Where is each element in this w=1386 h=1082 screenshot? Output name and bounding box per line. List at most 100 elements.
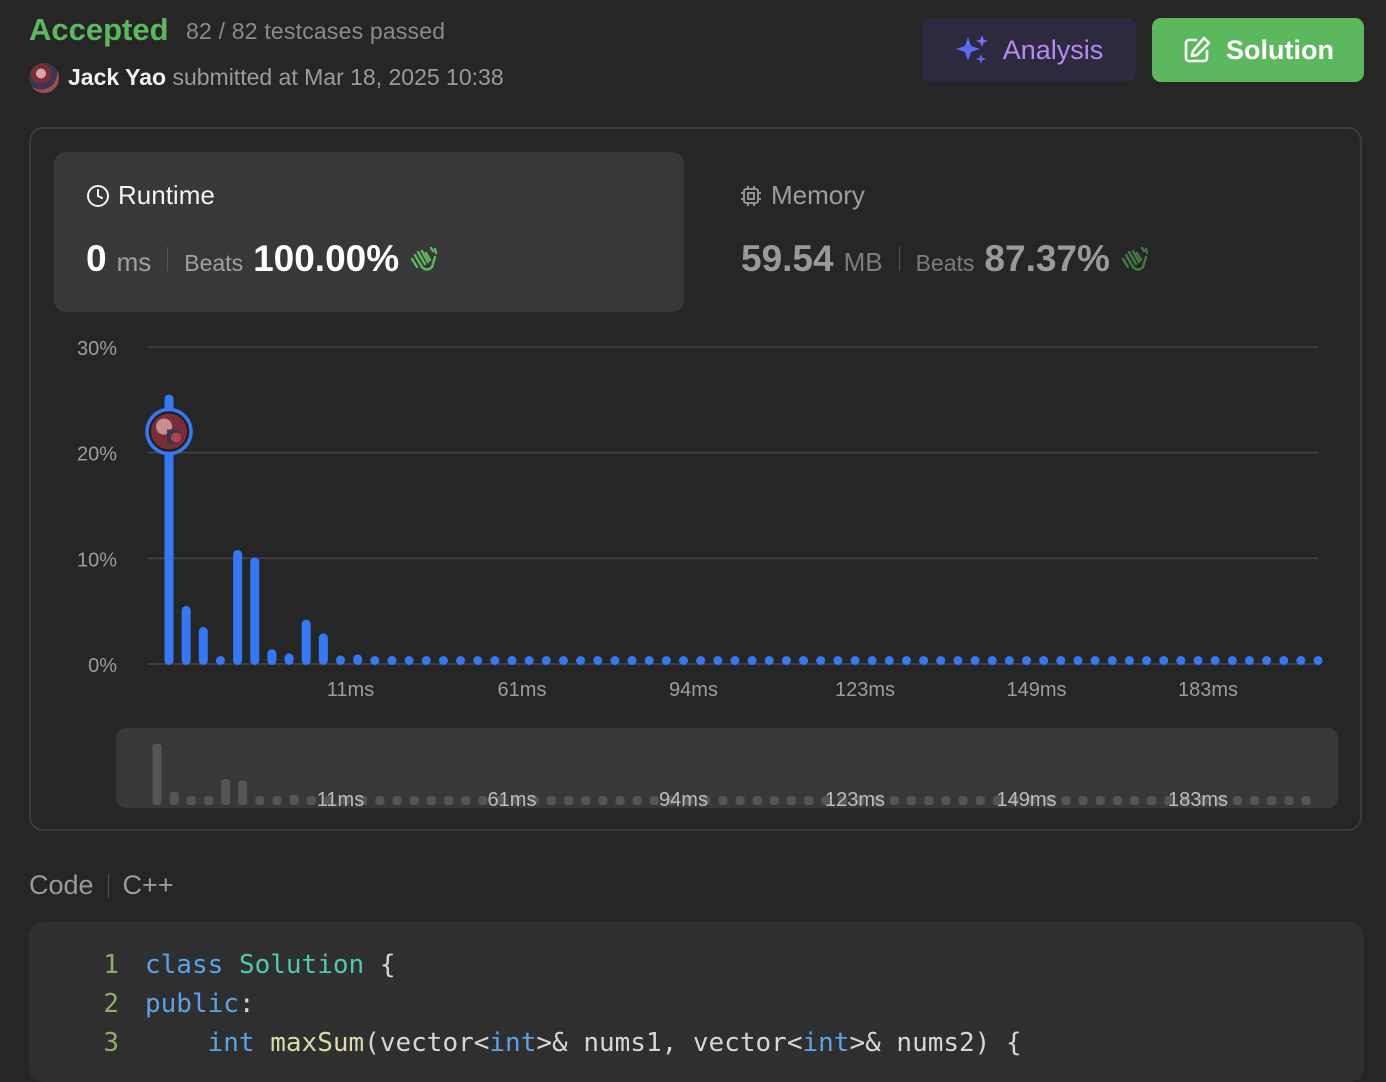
distribution-bar[interactable]: [987, 656, 997, 665]
distribution-bar[interactable]: [1296, 656, 1306, 665]
distribution-bar[interactable]: [507, 656, 517, 665]
runtime-panel[interactable]: [54, 152, 684, 312]
divider: [107, 873, 109, 898]
user-avatar[interactable]: [29, 63, 59, 93]
mini-bar: [409, 796, 419, 805]
distribution-bar[interactable]: [1262, 656, 1272, 665]
distribution-bar[interactable]: [233, 549, 243, 665]
user-name-link[interactable]: Jack Yao: [68, 64, 166, 90]
distribution-bar[interactable]: [1004, 656, 1014, 665]
distribution-bar[interactable]: [421, 656, 431, 665]
distribution-bar[interactable]: [884, 656, 894, 665]
distribution-bar[interactable]: [781, 656, 791, 665]
divider: [167, 247, 169, 271]
distribution-bar[interactable]: [370, 656, 380, 665]
distribution-bar[interactable]: [1210, 656, 1220, 665]
distribution-bar[interactable]: [1159, 656, 1169, 665]
distribution-bar[interactable]: [919, 656, 929, 665]
mini-bar: [426, 796, 436, 805]
distribution-bar[interactable]: [404, 656, 414, 665]
distribution-bar[interactable]: [215, 656, 225, 665]
distribution-bar[interactable]: [456, 656, 466, 665]
mini-bar: [804, 796, 814, 805]
distribution-bar[interactable]: [747, 656, 757, 665]
distribution-bar[interactable]: [610, 656, 620, 665]
distribution-bar[interactable]: [250, 557, 260, 665]
distribution-bar[interactable]: [970, 656, 980, 665]
distribution-bar[interactable]: [1107, 656, 1117, 665]
distribution-bar[interactable]: [336, 655, 345, 665]
distribution-bar[interactable]: [1142, 656, 1152, 665]
user-submission-marker[interactable]: [145, 407, 193, 456]
distribution-bar[interactable]: [713, 656, 723, 665]
memory-metric: 59.54 MB Beats 87.37%: [741, 238, 1150, 280]
distribution-bar[interactable]: [198, 627, 208, 665]
sparkles-icon: [955, 35, 988, 64]
distribution-bar[interactable]: [799, 656, 809, 665]
code-token: int: [207, 1028, 255, 1058]
runtime-distribution-chart[interactable]: 30% 20% 10% 0% 11ms 61ms 94ms 123ms 149ms 183ms: [60, 330, 1330, 710]
mini-bar: [941, 796, 951, 805]
mini-bar: [255, 796, 265, 805]
distribution-bar[interactable]: [593, 656, 603, 665]
distribution-bar[interactable]: [764, 656, 774, 665]
distribution-bar[interactable]: [1056, 656, 1066, 665]
memory-title[interactable]: Memory: [739, 180, 865, 211]
distribution-bar[interactable]: [473, 656, 483, 665]
distribution-bar[interactable]: [1313, 656, 1323, 665]
distribution-bar[interactable]: [576, 656, 586, 665]
distribution-bar[interactable]: [679, 656, 688, 665]
distribution-bar[interactable]: [627, 656, 637, 665]
mini-bar: [581, 796, 591, 805]
mini-bar: [221, 779, 231, 805]
runtime-beats-label: Beats: [184, 250, 244, 276]
distribution-bar[interactable]: [644, 656, 654, 665]
distribution-bar[interactable]: [953, 656, 963, 665]
code-token: int: [802, 1028, 850, 1058]
distribution-bar[interactable]: [438, 656, 448, 665]
distribution-bar[interactable]: [850, 656, 860, 665]
distribution-bar[interactable]: [1039, 656, 1049, 665]
distribution-bar[interactable]: [661, 656, 671, 665]
distribution-bar[interactable]: [318, 633, 328, 665]
distribution-bar[interactable]: [267, 649, 277, 665]
mini-bar: [1250, 796, 1260, 805]
distribution-bar[interactable]: [1022, 656, 1031, 665]
distribution-bar[interactable]: [353, 654, 363, 665]
distribution-bar[interactable]: [558, 656, 568, 665]
distribution-bar[interactable]: [284, 653, 294, 665]
code-token: public: [145, 989, 239, 1019]
distribution-bar[interactable]: [730, 656, 740, 665]
chart-range-slider[interactable]: 11ms 61ms 94ms 123ms 149ms 183ms: [116, 728, 1338, 808]
distribution-bar[interactable]: [901, 656, 911, 665]
analysis-button-label: Analysis: [1002, 34, 1104, 65]
analysis-button[interactable]: Analysis: [922, 18, 1136, 82]
distribution-bar[interactable]: [490, 656, 500, 665]
distribution-bar[interactable]: [1124, 656, 1134, 665]
distribution-bar[interactable]: [524, 656, 534, 665]
y-tick-label: 10%: [77, 549, 117, 571]
distribution-bar[interactable]: [936, 656, 946, 665]
distribution-bar[interactable]: [833, 656, 843, 665]
distribution-bar[interactable]: [867, 656, 877, 665]
distribution-bar[interactable]: [696, 656, 706, 665]
distribution-bar[interactable]: [1244, 656, 1254, 665]
mini-bar: [889, 796, 899, 805]
slider-track[interactable]: [116, 728, 1338, 808]
distribution-bar[interactable]: [816, 656, 826, 665]
distribution-bar[interactable]: [387, 656, 397, 665]
distribution-bar[interactable]: [181, 605, 191, 665]
distribution-bar[interactable]: [1193, 656, 1203, 665]
distribution-bar[interactable]: [1090, 656, 1100, 665]
distribution-bar[interactable]: [301, 619, 311, 665]
code-block[interactable]: 1 class Solution {2 public: 3 int maxSum(ve…: [29, 922, 1364, 1082]
clapping-hands-icon: [410, 246, 438, 271]
distribution-bar[interactable]: [1073, 656, 1083, 665]
distribution-bar[interactable]: [1279, 656, 1289, 665]
memory-beats-label: Beats: [915, 250, 975, 276]
distribution-bar[interactable]: [541, 656, 551, 665]
distribution-bar[interactable]: [1227, 656, 1237, 665]
solution-button[interactable]: Solution: [1152, 18, 1364, 82]
distribution-bar[interactable]: [1176, 656, 1186, 665]
mini-bar: [632, 796, 642, 805]
